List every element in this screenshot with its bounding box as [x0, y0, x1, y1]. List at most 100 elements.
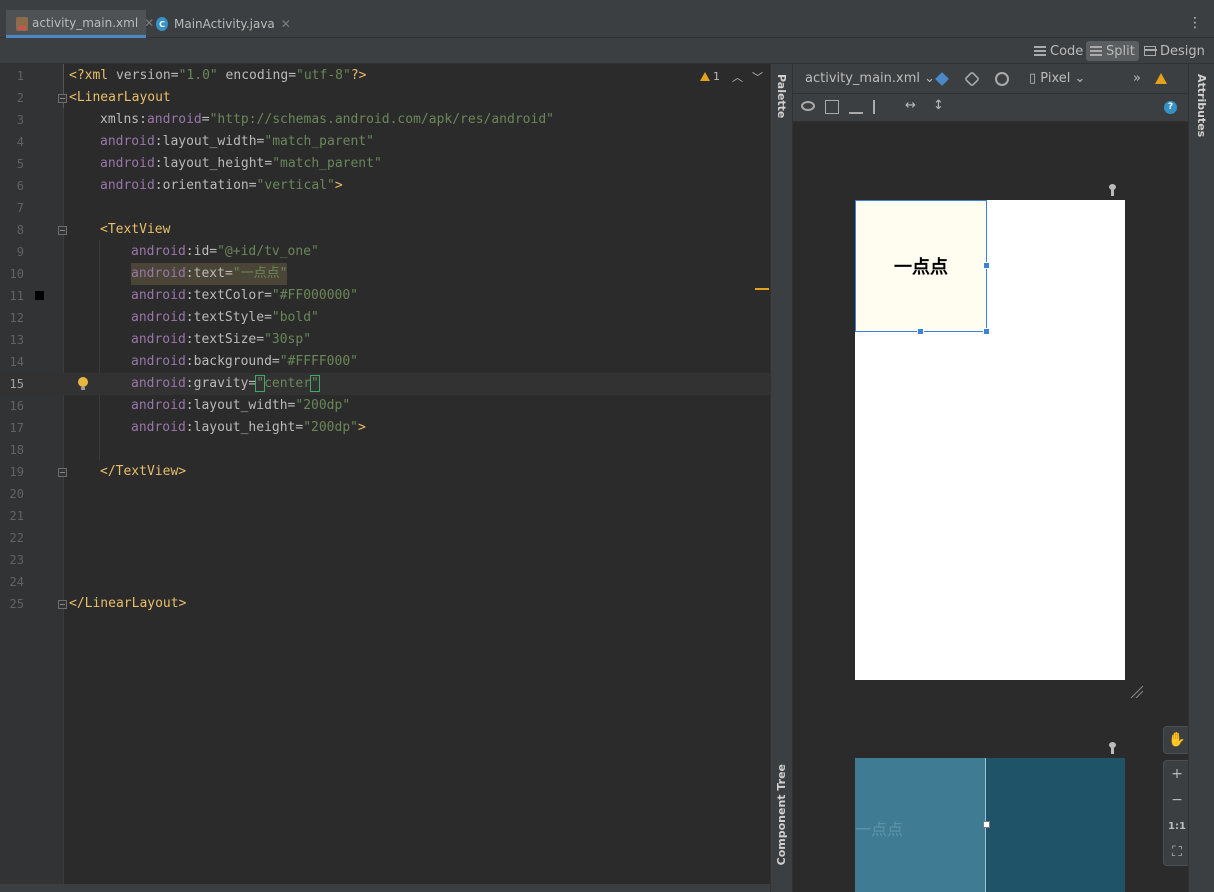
design-mode-button[interactable]: Design: [1140, 41, 1209, 61]
pan-tool[interactable]: ✋: [1163, 726, 1191, 754]
zoom-in-button[interactable]: +: [1164, 761, 1190, 787]
code-line[interactable]: 2 <LinearLayout: [0, 87, 770, 109]
code-line[interactable]: 24: [0, 571, 770, 593]
code-text[interactable]: android:layout_width="match_parent": [100, 131, 374, 153]
code-text[interactable]: android:layout_height="200dp">: [131, 417, 366, 439]
resize-handle[interactable]: [983, 821, 990, 828]
lightbulb-icon[interactable]: [78, 377, 88, 391]
code-line[interactable]: 7: [0, 197, 770, 219]
code-line[interactable]: 21: [0, 505, 770, 527]
code-text[interactable]: <?xml version="1.0" encoding="utf-8"?>: [69, 65, 366, 87]
code-line[interactable]: 3 xmlns:android="http://schemas.android.…: [0, 109, 770, 131]
color-swatch-icon[interactable]: [35, 291, 44, 300]
code-text[interactable]: android:layout_height="match_parent": [100, 153, 382, 175]
close-icon[interactable]: ✕: [144, 16, 154, 30]
overflow-chevron-icon[interactable]: »: [1133, 71, 1141, 86]
fold-toggle-icon[interactable]: [58, 226, 67, 235]
line-number: 10: [9, 267, 24, 281]
tab-activity-main-xml[interactable]: activity_main.xml ✕: [6, 10, 154, 38]
code-line[interactable]: 5 android:layout_height="match_parent": [0, 153, 770, 175]
code-line[interactable]: 4 android:layout_width="match_parent": [0, 131, 770, 153]
clear-constraints-icon[interactable]: [873, 100, 887, 114]
horizontal-pack-icon[interactable]: ↔: [905, 98, 916, 113]
code-line[interactable]: 14 android:background="#FFFF000": [0, 351, 770, 373]
code-mode-button[interactable]: Code: [1030, 41, 1087, 61]
code-line[interactable]: 19 </TextView>: [0, 461, 770, 483]
help-icon[interactable]: ?: [1164, 101, 1177, 114]
code-line[interactable]: 12 android:textStyle="bold": [0, 307, 770, 329]
line-number: 4: [16, 135, 24, 149]
close-icon[interactable]: ✕: [281, 17, 291, 31]
orientation-icon[interactable]: [964, 71, 980, 87]
layout-file-dropdown[interactable]: activity_main.xml ⌄: [805, 71, 935, 86]
code-editor[interactable]: 1 ︿ ﹀ 1 <?xml version="1.0" encoding="ut…: [0, 64, 770, 884]
line-number: 12: [9, 311, 24, 325]
code-text[interactable]: android:gravity="center": [131, 373, 320, 395]
zoom-to-fit-icon[interactable]: ⛶: [1164, 839, 1190, 865]
fold-toggle-icon[interactable]: [58, 468, 67, 477]
code-line[interactable]: 10 android:text="一点点": [0, 263, 770, 285]
code-line[interactable]: 18: [0, 439, 770, 461]
night-mode-icon[interactable]: [995, 72, 1009, 86]
code-line[interactable]: 11 android:textColor="#FF000000": [0, 285, 770, 307]
blueprint-preview-screen[interactable]: 一点点: [855, 758, 1125, 892]
line-number: 2: [16, 91, 24, 105]
wrench-icon[interactable]: [1107, 184, 1117, 196]
code-text[interactable]: android:textColor="#FF000000": [131, 285, 358, 307]
code-line-current[interactable]: 15 android:gravity="center": [0, 373, 770, 395]
layers-icon[interactable]: [935, 72, 949, 86]
resize-handle[interactable]: [983, 328, 990, 335]
code-line[interactable]: 23: [0, 549, 770, 571]
magnet-off-icon[interactable]: [849, 100, 863, 114]
code-text[interactable]: <LinearLayout: [69, 87, 171, 109]
code-text[interactable]: </LinearLayout>: [69, 593, 186, 615]
code-line[interactable]: 22: [0, 527, 770, 549]
code-text[interactable]: android:textStyle="bold": [131, 307, 319, 329]
resize-handle[interactable]: [917, 328, 924, 335]
zoom-out-button[interactable]: −: [1164, 787, 1190, 813]
warning-icon[interactable]: [1155, 73, 1167, 84]
device-resize-grip-icon[interactable]: [1129, 684, 1143, 698]
guidelines-icon[interactable]: [825, 100, 839, 114]
resize-handle[interactable]: [983, 262, 990, 269]
blueprint-textview[interactable]: 一点点: [855, 758, 986, 892]
attributes-tool-button[interactable]: Attributes: [1195, 74, 1208, 137]
code-text[interactable]: android:layout_width="200dp": [131, 395, 350, 417]
code-line[interactable]: 17 android:layout_height="200dp">: [0, 417, 770, 439]
vertical-pack-icon[interactable]: ↕: [933, 98, 944, 113]
code-line[interactable]: 8 <TextView: [0, 219, 770, 241]
split-mode-button[interactable]: Split: [1086, 41, 1139, 61]
line-number: 25: [9, 597, 24, 611]
design-canvas[interactable]: 一点点 一点点 ✋ + − 1:1 ⛶: [793, 122, 1191, 892]
preview-textview[interactable]: 一点点: [855, 200, 987, 332]
code-text[interactable]: android:background="#FFFF000": [131, 351, 358, 373]
code-text[interactable]: </TextView>: [100, 461, 186, 483]
code-line[interactable]: 1 <?xml version="1.0" encoding="utf-8"?>: [0, 65, 770, 87]
code-line[interactable]: 16 android:layout_width="200dp": [0, 395, 770, 417]
fold-toggle-icon[interactable]: [58, 600, 67, 609]
hand-icon[interactable]: ✋: [1164, 727, 1190, 753]
more-options-icon[interactable]: ⋮: [1188, 15, 1202, 31]
code-text[interactable]: <TextView: [100, 219, 170, 241]
code-line[interactable]: 25 </LinearLayout>: [0, 593, 770, 615]
code-mode-label: Code: [1050, 43, 1084, 59]
palette-tool-button[interactable]: Palette: [775, 74, 788, 118]
code-line[interactable]: 13 android:textSize="30sp": [0, 329, 770, 351]
fold-toggle-icon[interactable]: [58, 94, 67, 103]
code-line[interactable]: 9 android:id="@+id/tv_one": [0, 241, 770, 263]
component-tree-tool-button[interactable]: Component Tree: [775, 764, 788, 865]
design-preview-screen[interactable]: 一点点: [855, 200, 1125, 680]
eye-icon[interactable]: [801, 101, 815, 111]
code-line[interactable]: 20: [0, 483, 770, 505]
code-text[interactable]: android:textSize="30sp": [131, 329, 311, 351]
design-mode-icon: [1144, 46, 1157, 56]
tab-main-activity-java[interactable]: C MainActivity.java ✕: [156, 10, 291, 38]
code-text[interactable]: android:text="一点点": [131, 263, 288, 285]
device-dropdown[interactable]: ▯ Pixel ⌄: [1029, 71, 1085, 86]
code-text[interactable]: android:id="@+id/tv_one": [131, 241, 319, 263]
code-line[interactable]: 6 android:orientation="vertical">: [0, 175, 770, 197]
code-text[interactable]: xmlns:android="http://schemas.android.co…: [100, 109, 554, 131]
code-text[interactable]: android:orientation="vertical">: [100, 175, 343, 197]
wrench-icon[interactable]: [1107, 742, 1117, 754]
zoom-actual-size-button[interactable]: 1:1: [1164, 813, 1190, 839]
